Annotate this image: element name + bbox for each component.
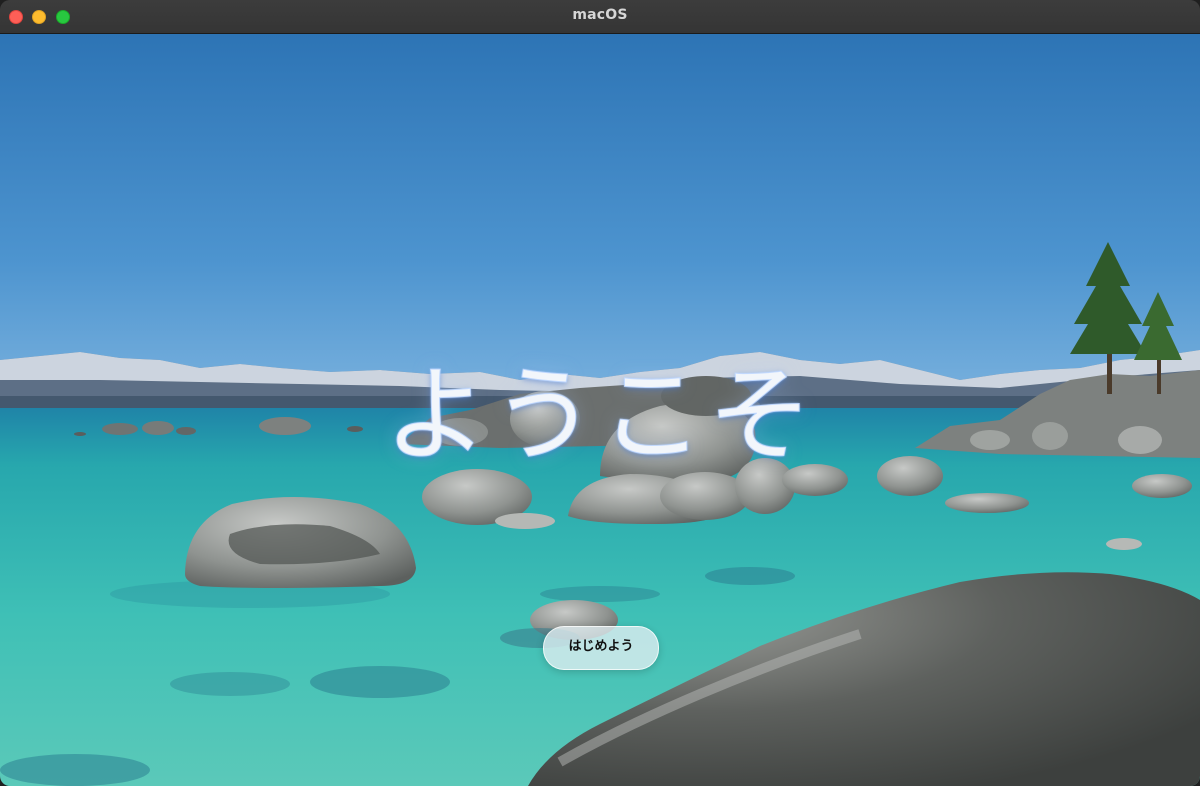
welcome-heading: ようこそ — [383, 354, 816, 477]
get-started-button[interactable]: はじめよう — [543, 626, 659, 670]
title-bar: macOS — [0, 0, 1200, 34]
welcome-screen: ようこそ はじめよう — [0, 34, 1200, 786]
window-title: macOS — [572, 7, 628, 23]
setup-assistant-window: macOS ようこそ はじめよう — [0, 0, 1200, 786]
